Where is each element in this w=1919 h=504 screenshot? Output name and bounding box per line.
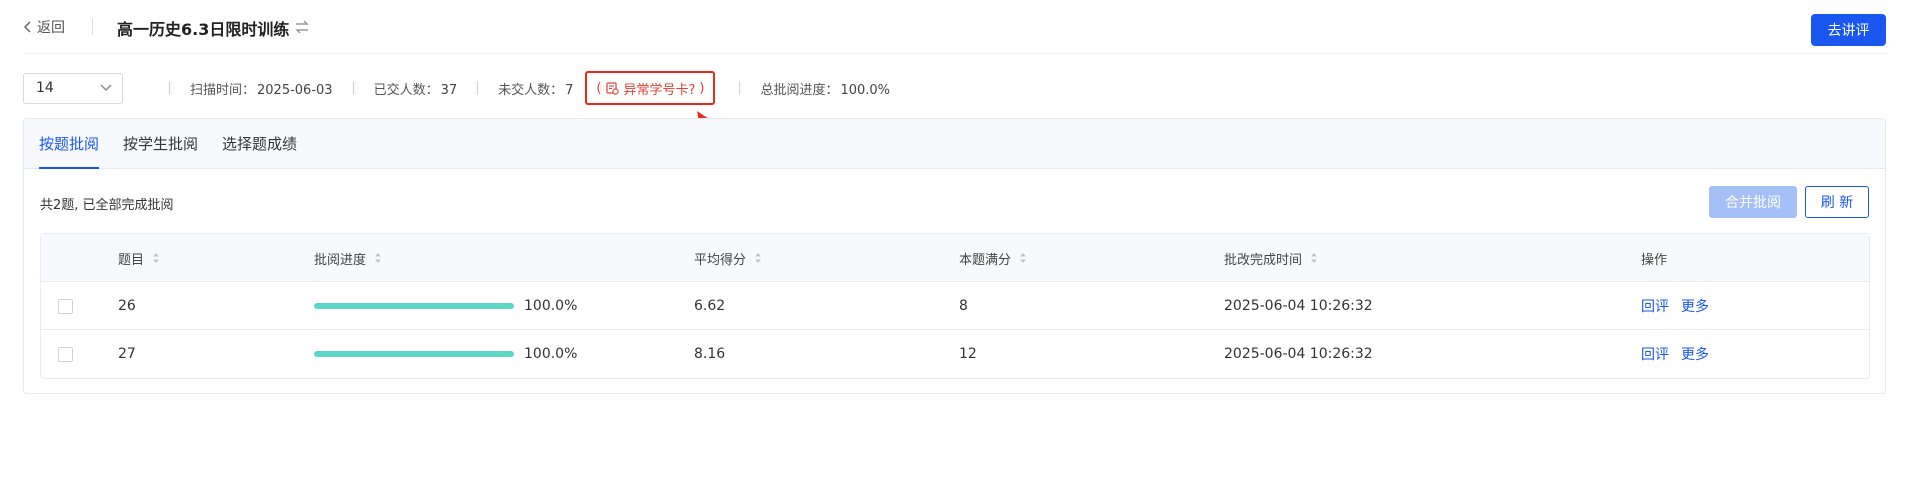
header-title-label: 题目 xyxy=(118,252,145,268)
class-select-value: 14 xyxy=(36,80,54,96)
tab-choice-scores[interactable]: 选择题成绩 xyxy=(222,133,297,168)
progress-bar xyxy=(314,303,514,309)
header-op: 操作 xyxy=(1641,234,1667,282)
progress-bar xyxy=(314,351,514,357)
id-card-icon xyxy=(606,82,620,95)
header-progress-label: 批阅进度 xyxy=(314,252,367,268)
tab-bar: 按题批阅 按学生批阅 选择题成绩 xyxy=(24,119,1885,169)
total-progress: 总批阅进度： 100.0% xyxy=(760,79,890,98)
class-select[interactable]: 14 xyxy=(23,72,123,104)
chevron-down-icon xyxy=(100,84,112,91)
review-summary: 共2题, 已全部完成批阅 xyxy=(40,198,174,213)
info-divider xyxy=(477,81,479,95)
tab-by-student[interactable]: 按学生批阅 xyxy=(123,133,198,168)
scan-time: 扫描时间： 2025-06-03 xyxy=(190,79,333,98)
review-card: 按题批阅 按学生批阅 选择题成绩 共2题, 已全部完成批阅 合并批阅 刷 新 题… xyxy=(23,118,1886,394)
abnormal-open-paren: ( xyxy=(596,80,602,96)
row-progress: 100.0% xyxy=(314,330,577,378)
header-avg-label: 平均得分 xyxy=(694,252,747,268)
header-time[interactable]: 批改完成时间 xyxy=(1224,234,1318,282)
back-label: 返回 xyxy=(37,20,65,36)
header-avg[interactable]: 平均得分 xyxy=(694,234,762,282)
row-checkbox[interactable] xyxy=(58,346,73,362)
sort-icon xyxy=(375,253,382,263)
row-actions: 回评 更多 xyxy=(1641,330,1721,378)
submitted-label: 已交人数： xyxy=(373,82,439,98)
row-title: 26 xyxy=(118,298,136,314)
total-progress-label: 总批阅进度： xyxy=(760,82,839,98)
submitted-count: 已交人数： 37 xyxy=(374,79,458,98)
row-avg: 8.16 xyxy=(694,346,726,362)
back-button[interactable]: 返回 xyxy=(23,17,65,37)
row-actions: 回评 更多 xyxy=(1641,282,1721,330)
table-row: 27 100.0% 8.16 12 2025-06-04 10:26:32 回评… xyxy=(41,330,1869,378)
row-time: 2025-06-04 10:26:32 xyxy=(1224,298,1373,314)
progress-bar-fill xyxy=(314,303,514,309)
submitted-value: 37 xyxy=(440,82,458,98)
total-progress-value: 100.0% xyxy=(840,82,891,98)
swap-icon[interactable] xyxy=(293,18,311,36)
table-header-row: 题目 批阅进度 平均得分 本题满分 批改完成时间 操作 xyxy=(41,234,1869,282)
not-submitted-count[interactable]: 未交人数： 7 xyxy=(498,79,573,98)
row-check-cell xyxy=(58,330,73,378)
header-full-label: 本题满分 xyxy=(959,252,1012,268)
scan-time-value: 2025-06-03 xyxy=(257,82,333,98)
abnormal-label: 异常学号卡? xyxy=(623,82,696,98)
go-review-button[interactable]: 去讲评 xyxy=(1811,14,1886,46)
info-divider xyxy=(352,81,354,95)
row-full: 8 xyxy=(959,298,968,314)
sort-icon xyxy=(755,253,762,263)
header-divider xyxy=(92,19,93,35)
row-time: 2025-06-04 10:26:32 xyxy=(1224,346,1373,362)
sort-icon xyxy=(1311,253,1318,263)
tab-by-question[interactable]: 按题批阅 xyxy=(39,133,100,169)
more-link[interactable]: 更多 xyxy=(1681,296,1709,316)
sort-icon xyxy=(1020,253,1027,263)
info-divider xyxy=(739,81,741,95)
progress-text: 100.0% xyxy=(524,298,578,314)
info-divider xyxy=(169,81,170,95)
progress-bar-fill xyxy=(314,351,514,357)
header-progress[interactable]: 批阅进度 xyxy=(314,234,382,282)
header-title[interactable]: 题目 xyxy=(118,234,160,282)
row-progress: 100.0% xyxy=(314,282,577,330)
sort-icon xyxy=(153,253,160,263)
scan-time-label: 扫描时间： xyxy=(190,82,256,98)
review-again-link[interactable]: 回评 xyxy=(1641,344,1669,364)
merge-review-button[interactable]: 合并批阅 xyxy=(1709,186,1797,218)
row-title: 27 xyxy=(118,346,136,362)
not-submitted-label: 未交人数： xyxy=(498,82,564,98)
row-avg: 6.62 xyxy=(694,298,726,314)
more-link[interactable]: 更多 xyxy=(1681,344,1709,364)
header-time-label: 批改完成时间 xyxy=(1224,252,1303,268)
question-table: 题目 批阅进度 平均得分 本题满分 批改完成时间 操作 26 100.0% 6.… xyxy=(40,233,1870,379)
page-header: 返回 高一历史6.3日限时训练 去讲评 xyxy=(23,0,1886,54)
page-title: 高一历史6.3日限时训练 xyxy=(117,20,290,39)
table-row: 26 100.0% 6.62 8 2025-06-04 10:26:32 回评 … xyxy=(41,282,1869,330)
row-full: 12 xyxy=(959,346,977,362)
abnormal-close-paren: ) xyxy=(699,80,705,96)
page: 返回 高一历史6.3日限时训练 去讲评 14 扫描时间： 2025-06-03 已… xyxy=(0,0,1919,504)
row-check-cell xyxy=(58,282,73,330)
chevron-left-icon xyxy=(23,21,31,33)
info-bar: 14 扫描时间： 2025-06-03 已交人数： 37 未交人数： 7 ( 异常学号… xyxy=(23,71,1023,105)
abnormal-id-card-link[interactable]: ( 异常学号卡? ) xyxy=(585,71,716,105)
refresh-button[interactable]: 刷 新 xyxy=(1805,186,1869,218)
review-again-link[interactable]: 回评 xyxy=(1641,296,1669,316)
progress-text: 100.0% xyxy=(524,346,578,362)
header-full[interactable]: 本题满分 xyxy=(959,234,1027,282)
header-op-label: 操作 xyxy=(1641,252,1668,268)
row-checkbox[interactable] xyxy=(58,298,73,314)
not-submitted-value: 7 xyxy=(565,82,574,98)
